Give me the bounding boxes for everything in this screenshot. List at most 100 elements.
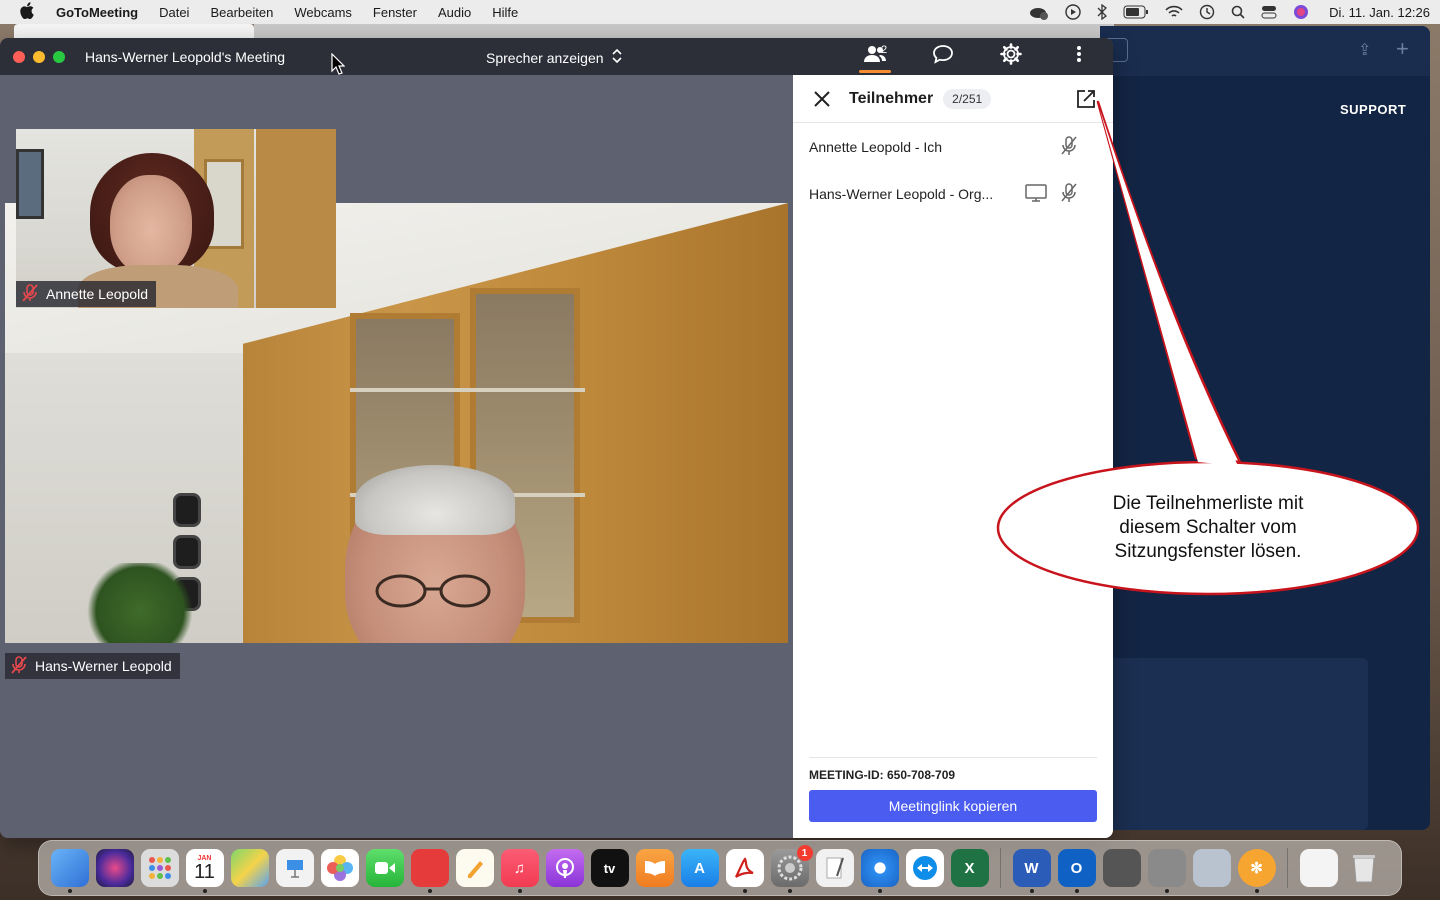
kebab-menu-icon	[1076, 45, 1082, 68]
acrobat-icon[interactable]	[725, 849, 764, 893]
copy-meeting-link-button[interactable]: Meetinglink kopieren	[809, 790, 1097, 822]
macos-dock: JAN 11 ♫ tv A 1 X W O ✻	[38, 840, 1402, 896]
siri-icon[interactable]	[1293, 4, 1309, 20]
muted-mic-icon[interactable]	[1061, 183, 1077, 206]
meeting-window: Hans-Werner Leopold's Meeting Sprecher a…	[0, 38, 1113, 838]
excel-icon[interactable]: X	[950, 849, 989, 887]
bluetooth-icon[interactable]	[1097, 4, 1108, 20]
panel-title: Teilnehmer	[849, 89, 934, 107]
facetime-icon[interactable]	[365, 849, 404, 887]
finder-icon[interactable]	[50, 849, 89, 893]
system-preferences-icon[interactable]: 1	[770, 845, 813, 893]
textedit-icon[interactable]	[815, 849, 854, 887]
new-tab-icon[interactable]: +	[1396, 36, 1409, 62]
menu-bearbeiten[interactable]: Bearbeiten	[210, 5, 273, 20]
popout-icon[interactable]	[1076, 89, 1096, 109]
muted-mic-icon[interactable]	[1061, 136, 1077, 159]
word-icon[interactable]: W	[1012, 849, 1051, 893]
participant-count-badge: 2/251	[943, 88, 992, 109]
app-store-icon[interactable]: A	[680, 849, 719, 887]
participants-button[interactable]: 2	[841, 38, 909, 75]
main-video-name-label: Hans-Werner Leopold	[5, 653, 180, 679]
participant-row[interactable]: Hans-Werner Leopold - Org...	[793, 170, 1113, 217]
background-toolbar	[1100, 26, 1430, 76]
dock-separator	[1287, 848, 1288, 888]
thumb-wall-picture	[16, 149, 44, 219]
calendar-icon[interactable]: JAN 11	[185, 849, 224, 893]
menubar-clock[interactable]: Di. 11. Jan. 12:26	[1329, 5, 1430, 20]
cloud-icon[interactable]	[1029, 4, 1049, 20]
video-plant	[85, 563, 195, 643]
photo-booth-icon[interactable]	[410, 849, 449, 893]
participant-status-icons	[1025, 183, 1077, 206]
settings-button[interactable]	[977, 38, 1045, 75]
callout-text: Die Teilnehmerliste mit diesem Schalter …	[1060, 492, 1356, 564]
speaker-hair	[355, 465, 515, 535]
apple-menu-icon[interactable]	[20, 1, 38, 23]
safari-icon[interactable]	[860, 849, 899, 893]
image-capture-icon[interactable]	[1192, 849, 1231, 887]
music-icon[interactable]: ♫	[500, 849, 539, 893]
participants-count-badge: 2	[881, 44, 888, 56]
podcasts-icon[interactable]	[545, 849, 584, 887]
gotomeeting-icon[interactable]: ✻	[1237, 849, 1276, 893]
launchpad-icon[interactable]	[140, 849, 179, 887]
outlook-icon[interactable]: O	[1057, 849, 1096, 893]
close-window-button[interactable]	[13, 50, 25, 63]
maps-icon[interactable]	[230, 849, 269, 887]
menu-audio[interactable]: Audio	[438, 5, 471, 20]
battery-icon[interactable]	[1123, 5, 1149, 19]
time-machine-icon[interactable]	[1199, 4, 1215, 20]
share-icon[interactable]: ⇪	[1358, 40, 1371, 60]
play-icon[interactable]	[1065, 4, 1081, 20]
participant-name: Annette Leopold - Ich	[809, 138, 943, 155]
menu-bar: GoToMeeting Datei Bearbeiten Webcams Fen…	[0, 0, 1440, 24]
muted-mic-icon	[22, 283, 38, 305]
wifi-icon[interactable]	[1165, 5, 1183, 19]
participants-panel: Teilnehmer 2/251 Annette Leopold - Ich H…	[793, 75, 1113, 838]
siri-app-icon[interactable]	[95, 849, 134, 887]
menu-fenster[interactable]: Fenster	[373, 5, 417, 20]
more-options-button[interactable]	[1045, 38, 1113, 75]
photos-icon[interactable]	[320, 849, 359, 887]
thumbnail-name-label: Annette Leopold	[16, 281, 156, 307]
minimize-window-button[interactable]	[33, 50, 45, 63]
close-icon[interactable]	[813, 90, 831, 108]
meeting-id: MEETING-ID: 650-708-709	[809, 768, 956, 782]
window-controls	[13, 50, 65, 63]
menu-hilfe[interactable]: Hilfe	[492, 5, 518, 20]
menu-datei[interactable]: Datei	[159, 5, 189, 20]
control-center-icon[interactable]	[1261, 5, 1277, 19]
background-browser-tab	[14, 24, 254, 38]
keynote-icon[interactable]	[275, 849, 314, 887]
participants-panel-header: Teilnehmer 2/251	[793, 75, 1113, 123]
notification-badge: 1	[796, 845, 813, 861]
app-name-menu[interactable]: GoToMeeting	[56, 5, 138, 20]
speaker-glasses	[375, 574, 491, 608]
background-card	[1100, 658, 1368, 830]
participant-status-icons	[1061, 136, 1077, 159]
teamviewer-icon[interactable]	[905, 849, 944, 887]
trash-icon[interactable]	[1345, 849, 1383, 887]
fullscreen-window-button[interactable]	[53, 50, 65, 63]
participant-name: Hans-Werner Leopold - Org...	[809, 185, 994, 202]
chat-button[interactable]	[909, 38, 977, 75]
menu-webcams[interactable]: Webcams	[294, 5, 352, 20]
participant-row[interactable]: Annette Leopold - Ich	[793, 123, 1113, 170]
downloads-folder-icon[interactable]	[1299, 849, 1338, 887]
meeting-title: Hans-Werner Leopold's Meeting	[85, 48, 286, 65]
printer-icon[interactable]	[1102, 849, 1141, 887]
support-link[interactable]: SUPPORT	[1340, 102, 1406, 117]
screen-share-icon	[1025, 184, 1047, 205]
callout-line: Die Teilnehmerliste mit	[1112, 493, 1304, 514]
dock-separator	[1000, 848, 1001, 888]
view-mode-select[interactable]: Sprecher anzeigen	[486, 48, 622, 67]
pages-icon[interactable]	[455, 849, 494, 887]
spotlight-search-icon[interactable]	[1231, 5, 1245, 19]
apple-tv-icon[interactable]: tv	[590, 849, 629, 887]
video-shelf	[350, 388, 585, 392]
scanner-icon[interactable]	[1147, 849, 1186, 893]
callout-line: Sitzungsfenster lösen.	[1114, 541, 1302, 562]
chevron-updown-icon	[611, 48, 622, 67]
books-icon[interactable]	[635, 849, 674, 887]
